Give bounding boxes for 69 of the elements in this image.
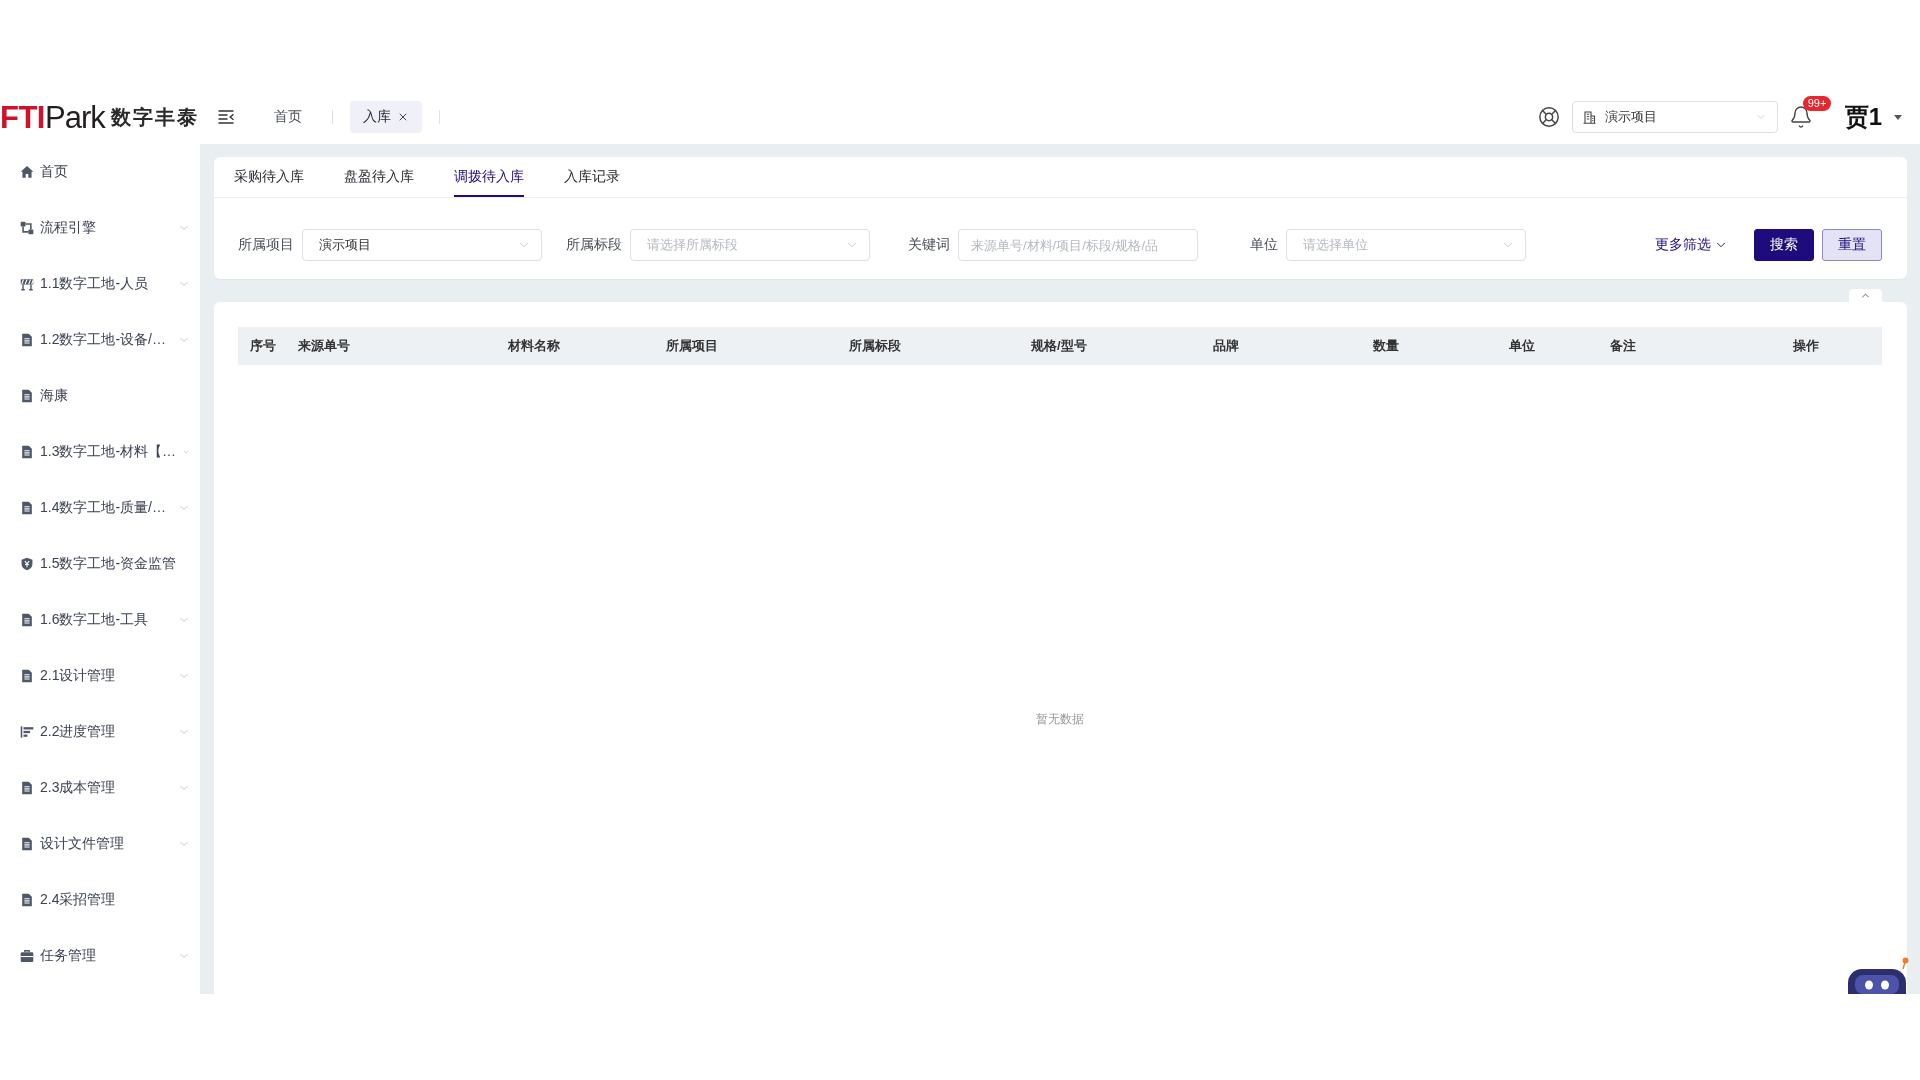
tab[interactable]: 采购待入库 [234,157,304,197]
home-icon [20,165,34,179]
tab[interactable]: 盘盈待入库 [344,157,414,197]
sidebar-item[interactable]: 2.1设计管理 [0,648,200,704]
column-header: 操作 [1792,337,1820,355]
column-header: 所属项目 [665,337,719,355]
flowchart-icon [20,221,34,235]
column-header: 材料名称 [507,337,561,355]
field-label: 所属项目 [237,236,295,254]
document-icon [20,501,34,515]
sidebar-item[interactable]: 1.1数字工地-人员 [0,256,200,312]
document-icon [20,389,34,403]
sidebar-item[interactable]: 2.4采招管理 [0,872,200,928]
user-name[interactable]: 贾1 [1844,101,1882,133]
field-label: 所属标段 [565,236,623,254]
field-label: 关键词 [907,236,951,254]
document-icon [20,781,34,795]
sidebar-item[interactable]: 2.2进度管理 [0,704,200,760]
select-field[interactable]: 演示项目 [302,229,542,261]
building-icon [1582,110,1596,124]
sidebar-item[interactable]: 1.4数字工地-质量/… [0,480,200,536]
document-icon [20,333,34,347]
sidebar-item[interactable]: 1.3数字工地-材料【… [0,424,200,480]
logo-wordmark: FTIPark [0,101,105,133]
sidebar-item[interactable]: 1.5数字工地-资金监管 [0,536,200,592]
sidebar-item[interactable]: 设计文件管理 [0,816,200,872]
menu-fold-icon[interactable] [218,110,234,124]
caret-down-icon[interactable] [1894,114,1902,120]
notification-badge: 99+ [1802,96,1832,111]
document-icon [20,837,34,851]
tab[interactable]: 调拨待入库 [454,157,524,197]
logo-tagline: 数字丰泰 [110,107,199,127]
sidebar-item[interactable]: 任务管理 [0,928,200,984]
column-header: 所属标段 [848,337,902,355]
sidebar-item[interactable]: 1.6数字工地-工具 [0,592,200,648]
robot-icon[interactable] [1846,957,1910,994]
nav-tab[interactable]: 首页 [261,101,315,133]
column-header: 单位 [1508,337,1536,355]
project-select[interactable]: 演示项目 [1571,101,1778,133]
column-header: 序号 [249,337,277,355]
column-header: 规格/型号 [1030,337,1088,355]
document-icon [20,893,34,907]
close-icon[interactable] [397,111,409,123]
column-header: 备注 [1609,337,1637,355]
column-header: 品牌 [1212,337,1240,355]
document-icon [20,445,34,459]
shield-icon [20,557,34,571]
gantt-chart-icon [20,725,34,739]
nav-tab[interactable]: 入库 [350,101,422,133]
column-header: 数量 [1372,337,1400,355]
search-button[interactable]: 搜索 [1754,229,1814,261]
reset-button[interactable]: 重置 [1822,229,1882,261]
barrier-icon [20,277,34,291]
sidebar-item[interactable]: 首页 [0,144,200,200]
bell-icon[interactable] [1788,105,1813,129]
sidebar-item[interactable]: 海康 [0,368,200,424]
sidebar-item[interactable]: 流程引擎 [0,200,200,256]
tab[interactable]: 入库记录 [564,157,620,197]
briefcase-icon [20,949,34,963]
input-field[interactable]: 来源单号/材料/项目/标段/规格/品 [958,229,1198,261]
sidebar-item[interactable]: 1.2数字工地-设备/… [0,312,200,368]
help-icon[interactable] [1537,106,1560,128]
sidebar-item[interactable]: 2.3成本管理 [0,760,200,816]
empty-state-text: 暂无数据 [1036,711,1084,727]
column-header: 来源单号 [297,337,351,355]
more-filters-button[interactable]: 更多筛选 [1655,236,1728,254]
document-icon [20,613,34,627]
document-icon [20,669,34,683]
field-label: 单位 [1249,236,1279,254]
